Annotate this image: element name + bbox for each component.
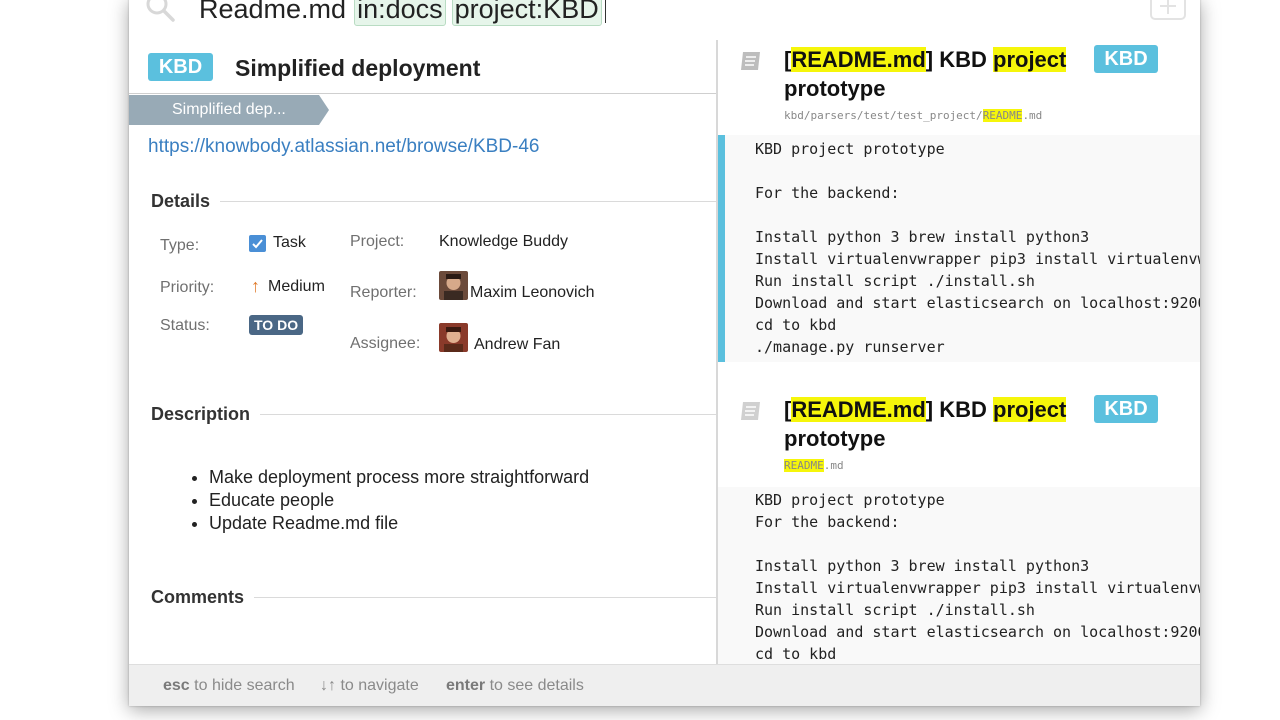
- book-icon: [741, 52, 760, 70]
- reporter-value: Maxim Leonovich: [439, 268, 595, 302]
- issue-title: Simplified deployment: [235, 55, 481, 81]
- result-project-badge: KBD: [1094, 45, 1158, 73]
- description-item: Update Readme.md file: [209, 512, 589, 535]
- result-title[interactable]: [README.md] KBD project prototype: [784, 395, 1084, 453]
- project-value: Knowledge Buddy: [439, 233, 568, 250]
- search-window: Readme.md in:docs project:KBD KBD Simpli…: [129, 0, 1200, 706]
- search-input[interactable]: Readme.md in:docs project:KBD: [199, 0, 607, 26]
- search-bar[interactable]: Readme.md in:docs project:KBD: [129, 0, 1200, 40]
- title-text: prototype: [784, 426, 886, 451]
- issue-url-link[interactable]: https://knowbody.atlassian.net/browse/KB…: [148, 136, 539, 158]
- description-item: Educate people: [209, 489, 589, 512]
- result-path: README.md: [784, 459, 844, 472]
- reporter-avatar: [439, 270, 468, 300]
- title-text: ] KBD: [925, 47, 993, 72]
- title-divider: [129, 93, 716, 94]
- search-icon: [146, 0, 175, 22]
- type-value: Task: [249, 234, 306, 252]
- search-results-pane[interactable]: [README.md] KBD project prototype KBD kb…: [716, 40, 1200, 664]
- project-label: Project:: [350, 233, 405, 250]
- priority-value: ↑ Medium: [251, 276, 325, 297]
- details-divider: [151, 201, 716, 202]
- title-highlight: README.md: [791, 47, 926, 72]
- text-caret: [604, 0, 607, 23]
- title-text: ] KBD: [925, 397, 993, 422]
- status-label: Status:: [160, 317, 210, 334]
- result-snippet: KBD project prototype For the backend: I…: [718, 487, 1200, 664]
- hint-enter: enter to see details: [446, 677, 584, 695]
- result-path: kbd/parsers/test/test_project/README.md: [784, 109, 1042, 122]
- hint-navigate: ↓↑ to navigate: [320, 677, 419, 695]
- path-suffix: .md: [823, 459, 844, 472]
- title-highlight: project: [993, 47, 1067, 72]
- assignee-avatar: [439, 322, 468, 352]
- path-highlight: README: [784, 459, 824, 472]
- result-header[interactable]: [README.md] KBD project prototype KBD RE…: [718, 362, 1200, 487]
- priority-value-text: Medium: [268, 277, 325, 295]
- reporter-label: Reporter:: [350, 284, 417, 301]
- keyboard-hints-footer: esc to hide search ↓↑ to navigate enter …: [129, 664, 1200, 706]
- arrow-keys-icon: ↓↑: [320, 677, 336, 694]
- path-prefix: kbd/parsers/test/test_project/: [784, 109, 983, 122]
- reporter-name: Maxim Leonovich: [470, 284, 595, 301]
- issue-detail-pane: KBD Simplified deployment Simplified dep…: [129, 40, 716, 664]
- status-badge: TO DO: [249, 315, 304, 335]
- status-value: TO DO: [249, 315, 304, 335]
- search-token-in[interactable]: in:docs: [354, 0, 446, 26]
- priority-arrow-up-icon: ↑: [251, 276, 260, 296]
- title-highlight: project: [993, 397, 1067, 422]
- description-list: Make deployment process more straightfor…: [209, 466, 589, 535]
- path-highlight: README: [982, 109, 1023, 122]
- priority-label: Priority:: [160, 279, 215, 296]
- description-item: Make deployment process more straightfor…: [209, 466, 589, 489]
- add-icon[interactable]: [1150, 0, 1186, 22]
- assignee-label: Assignee:: [350, 335, 421, 352]
- search-result[interactable]: [README.md] KBD project prototype KBD kb…: [718, 40, 1200, 362]
- hint-key: enter: [446, 677, 486, 694]
- assignee-name: Andrew Fan: [474, 336, 561, 353]
- search-result[interactable]: [README.md] KBD project prototype KBD RE…: [718, 362, 1200, 664]
- search-token-project[interactable]: project:KBD: [451, 0, 602, 26]
- comments-heading: Comments: [151, 587, 255, 608]
- project-badge: KBD: [148, 53, 213, 81]
- result-snippet: KBD project prototype For the backend: I…: [718, 135, 1200, 362]
- book-icon: [741, 402, 760, 420]
- details-heading: Details: [151, 191, 221, 212]
- hint-text: to see details: [485, 677, 584, 694]
- title-highlight: README.md: [791, 397, 926, 422]
- hint-key: esc: [163, 677, 190, 694]
- type-value-text: Task: [273, 234, 306, 251]
- hint-esc: esc to hide search: [163, 677, 295, 695]
- hint-text: to hide search: [189, 677, 295, 694]
- title-text: prototype: [784, 76, 886, 101]
- result-title[interactable]: [README.md] KBD project prototype: [784, 45, 1084, 103]
- type-label: Type:: [160, 237, 200, 254]
- result-header[interactable]: [README.md] KBD project prototype KBD kb…: [718, 40, 1200, 135]
- hint-text: to navigate: [336, 677, 419, 694]
- search-query-text: Readme.md: [199, 0, 347, 24]
- result-project-badge: KBD: [1094, 395, 1158, 423]
- breadcrumb[interactable]: Simplified dep...: [172, 101, 286, 119]
- task-type-icon: [249, 234, 266, 252]
- description-heading: Description: [151, 404, 261, 425]
- path-suffix: .md: [1022, 109, 1043, 122]
- assignee-value: Andrew Fan: [439, 320, 560, 354]
